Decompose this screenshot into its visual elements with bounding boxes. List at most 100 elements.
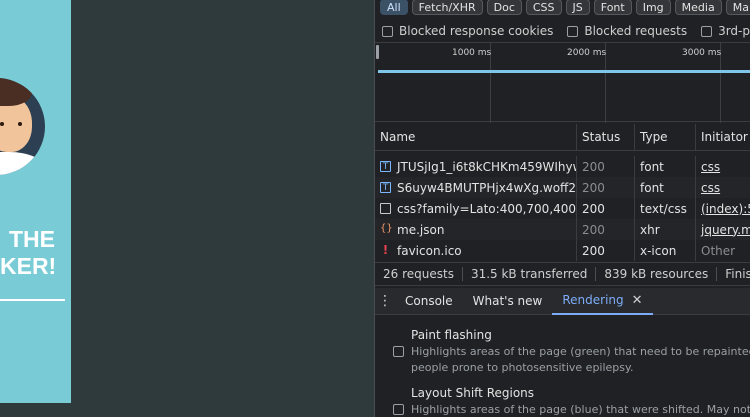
blocked-cookies-option[interactable]: Blocked response cookies <box>382 24 553 38</box>
filter-manifest[interactable]: Manifest <box>725 0 750 15</box>
page-preview: THE KER! <box>0 0 71 403</box>
request-initiator-link[interactable]: (index):55 <box>696 198 750 219</box>
blocked-requests-option[interactable]: Blocked requests <box>567 24 687 38</box>
avatar-eye <box>0 122 4 126</box>
hero-line-2: KER! <box>0 253 57 279</box>
close-icon[interactable]: ✕ <box>632 293 643 308</box>
request-name: S6uyw4BMUTPHjx4wXg.woff2 <box>397 180 576 195</box>
request-name-cell[interactable]: css?family=Lato:400,700,400ita... <box>375 198 577 219</box>
timeline-activity-bar <box>378 70 750 73</box>
page-background <box>71 0 374 417</box>
request-name-cell[interactable]: ! favicon.ico <box>375 240 577 261</box>
filter-img[interactable]: Img <box>635 0 671 15</box>
table-row[interactable]: T JTUSjIg1_i6t8kCHKm459WIhyw... 200 font … <box>375 156 750 177</box>
request-name: favicon.ico <box>397 243 462 258</box>
filter-fetch-xhr[interactable]: Fetch/XHR <box>411 0 483 15</box>
request-initiator: Other <box>701 243 736 258</box>
layout-shift-description: Highlights areas of the page (blue) that… <box>411 402 750 417</box>
requests-table-header: Name Status Type Initiator <box>375 124 750 151</box>
hero-heading: THE KER! <box>0 226 71 280</box>
blocked-requests-checkbox[interactable] <box>567 25 579 37</box>
paint-flashing-description: Highlights areas of the page (green) tha… <box>411 344 750 376</box>
column-header-initiator[interactable]: Initiator <box>696 124 750 150</box>
filter-media[interactable]: Media <box>674 0 722 15</box>
table-row[interactable]: T S6uyw4BMUTPHjx4wXg.woff2 200 font css <box>375 177 750 198</box>
tab-rendering-label: Rendering <box>562 293 624 307</box>
json-icon: {} <box>380 223 393 234</box>
table-row[interactable]: ! favicon.ico 200 x-icon Other <box>375 240 750 261</box>
request-name-cell[interactable]: T JTUSjIg1_i6t8kCHKm459WIhyw... <box>375 156 577 177</box>
filter-js[interactable]: JS <box>565 0 590 15</box>
paint-flashing-desc-line-2: people prone to photosensitive epilepsy. <box>411 361 634 374</box>
blocked-cookies-label: Blocked response cookies <box>399 24 554 38</box>
column-header-name[interactable]: Name <box>375 124 577 150</box>
filter-css[interactable]: CSS <box>525 0 562 15</box>
network-summary-bar: 26 requests 31.5 kB transferred 839 kB r… <box>375 262 750 286</box>
column-header-type[interactable]: Type <box>635 124 696 150</box>
paint-flashing-desc-line-1: Highlights areas of the page (green) tha… <box>411 345 750 358</box>
screen: THE KER! All Fetch/XHR Doc CSS JS Font I… <box>0 0 750 417</box>
request-type: xhr <box>635 219 696 240</box>
request-status: 200 <box>577 177 635 198</box>
request-initiator-link[interactable]: css <box>696 156 750 177</box>
layout-shift-title: Layout Shift Regions <box>411 386 535 400</box>
layout-shift-desc-line-1: Highlights areas of the page (blue) that… <box>411 403 750 416</box>
request-name: css?family=Lato:400,700,400ita... <box>397 201 577 216</box>
drawer-tab-bar: ⋮ Console What's new Rendering ✕ <box>375 288 750 315</box>
request-name-cell[interactable]: {} me.json <box>375 219 577 240</box>
rendering-panel: Paint flashing Highlights areas of the p… <box>375 316 750 417</box>
network-options-row: Blocked response cookies Blocked request… <box>375 20 750 42</box>
table-row[interactable]: css?family=Lato:400,700,400ita... 200 te… <box>375 198 750 219</box>
request-status: 200 <box>577 156 635 177</box>
request-name: JTUSjIg1_i6t8kCHKm459WIhyw... <box>397 159 577 174</box>
hero-divider <box>0 299 65 301</box>
paint-flashing-title: Paint flashing <box>411 328 492 342</box>
column-header-status[interactable]: Status <box>577 124 635 150</box>
tab-rendering[interactable]: Rendering ✕ <box>552 288 653 315</box>
request-status: 200 <box>577 219 635 240</box>
request-type: font <box>635 177 696 198</box>
blocked-requests-label: Blocked requests <box>584 24 688 38</box>
filter-doc[interactable]: Doc <box>486 0 522 15</box>
blocked-cookies-checkbox[interactable] <box>382 25 393 37</box>
avatar-hair <box>0 78 32 106</box>
paint-flashing-checkbox[interactable] <box>393 346 404 357</box>
network-overview-timeline[interactable]: 1000 ms 2000 ms 3000 ms <box>375 42 750 123</box>
tab-whats-new[interactable]: What's new <box>463 288 553 315</box>
summary-requests: 26 requests <box>375 267 463 281</box>
layout-shift-checkbox[interactable] <box>393 404 404 415</box>
more-options-icon[interactable]: ⋮ <box>375 293 395 309</box>
tab-console-label: Console <box>405 294 453 308</box>
third-party-checkbox[interactable] <box>701 25 713 37</box>
request-initiator-link[interactable]: jquery.mi <box>696 219 750 240</box>
request-initiator-link[interactable]: css <box>696 177 750 198</box>
filter-all[interactable]: All <box>380 0 408 15</box>
tab-console[interactable]: Console <box>395 288 463 315</box>
timeline-tick-label: 3000 ms <box>682 48 722 58</box>
third-party-option[interactable]: 3rd-party re <box>701 24 750 38</box>
summary-finish: Finish: 4.45 <box>725 267 750 281</box>
requests-table-body: T JTUSjIg1_i6t8kCHKm459WIhyw... 200 font … <box>375 156 750 261</box>
table-row[interactable]: {} me.json 200 xhr jquery.mi <box>375 219 750 240</box>
error-icon: ! <box>382 243 389 257</box>
third-party-label: 3rd-party re <box>718 24 750 38</box>
hero-line-1: THE <box>9 226 55 252</box>
summary-resources: 839 kB resources <box>596 267 718 281</box>
timeline-tick-label: 1000 ms <box>452 48 492 58</box>
filter-font[interactable]: Font <box>593 0 632 15</box>
request-status: 200 <box>577 240 635 261</box>
resource-type-filter-bar: All Fetch/XHR Doc CSS JS Font Img Media … <box>375 0 750 18</box>
request-status: 200 <box>577 198 635 219</box>
request-name: me.json <box>397 222 445 237</box>
summary-transferred: 31.5 kB transferred <box>463 267 597 281</box>
avatar <box>0 78 45 175</box>
avatar-shirt <box>0 152 44 175</box>
request-name-cell[interactable]: T S6uyw4BMUTPHjx4wXg.woff2 <box>375 177 577 198</box>
font-file-icon: T <box>380 161 391 172</box>
timeline-drag-handle[interactable] <box>376 45 379 59</box>
request-type: x-icon <box>635 240 696 261</box>
avatar-eye <box>18 122 22 126</box>
font-file-icon: T <box>380 182 391 193</box>
request-type: text/css <box>635 198 696 219</box>
tab-whats-new-label: What's new <box>472 294 543 308</box>
